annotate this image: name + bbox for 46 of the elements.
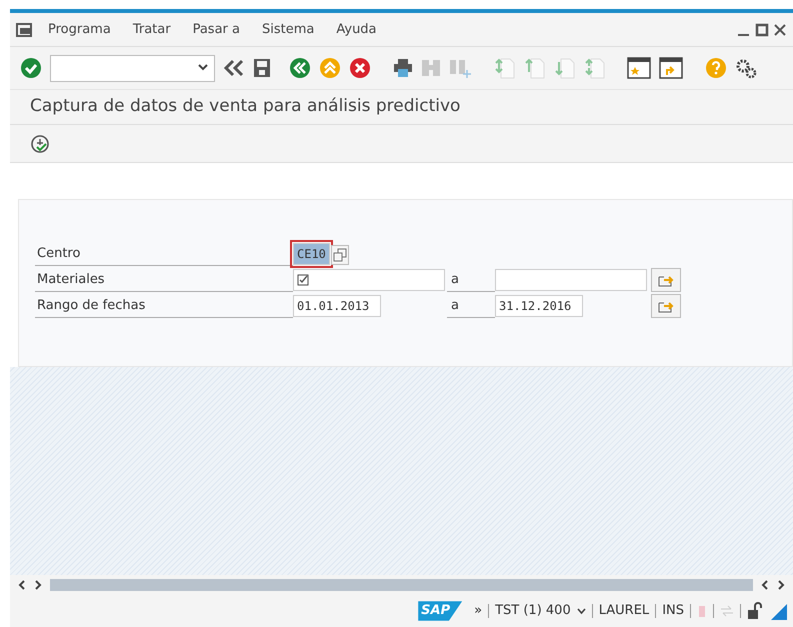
double-chevron-icon[interactable] xyxy=(223,59,245,77)
input-field[interactable] xyxy=(293,269,445,291)
message-icon xyxy=(697,604,707,618)
system-info[interactable]: TST (1) 400 xyxy=(495,601,571,621)
expand-toggle[interactable]: » xyxy=(474,601,482,621)
menu-item[interactable]: Programa xyxy=(48,20,111,40)
scroll-right-icon[interactable] xyxy=(777,580,785,590)
multiple-selection-icon[interactable] xyxy=(330,245,349,265)
input-field[interactable]: 31.12.2016 xyxy=(495,295,583,317)
back-icon[interactable] xyxy=(289,57,311,79)
scroll-right-icon[interactable] xyxy=(34,580,42,590)
dropdown-caret-icon xyxy=(198,64,208,72)
scroll-left-icon[interactable] xyxy=(761,580,769,590)
menu-item[interactable]: Tratar xyxy=(132,20,171,40)
corner-icon xyxy=(769,602,787,620)
input-field[interactable] xyxy=(495,269,647,291)
user-name: LAUREL xyxy=(598,602,650,620)
input-field[interactable]: CE10 xyxy=(293,243,330,265)
menu-item[interactable]: Sistema xyxy=(262,20,314,40)
printer-icon[interactable] xyxy=(393,58,413,78)
command-field[interactable] xyxy=(50,54,215,82)
menu-icon[interactable] xyxy=(16,22,34,36)
multiple-selection-button[interactable] xyxy=(651,294,681,318)
close-icon[interactable] xyxy=(773,22,787,36)
transfer-icon xyxy=(720,605,734,617)
screen-title: Captura de datos de venta para análisis predictivo xyxy=(30,95,460,118)
sap-logo: SAP xyxy=(418,601,462,621)
cancel-icon[interactable] xyxy=(349,57,371,79)
scrollbar[interactable] xyxy=(50,579,753,591)
menu-item[interactable]: Pasar a xyxy=(192,20,240,40)
scroll-left-icon[interactable] xyxy=(18,580,26,590)
menu-item[interactable]: Ayuda xyxy=(336,20,377,40)
dropdown-caret-icon[interactable] xyxy=(576,608,586,614)
new-window-icon[interactable] xyxy=(627,57,651,79)
input-field[interactable]: 01.01.2013 xyxy=(293,295,381,317)
execute-icon[interactable] xyxy=(30,134,50,154)
enter-icon[interactable] xyxy=(20,57,42,79)
input-mode[interactable]: INS xyxy=(662,601,684,621)
maximize-icon[interactable] xyxy=(755,22,769,36)
multiple-selection-button[interactable] xyxy=(651,268,681,292)
shortcut-window-icon[interactable] xyxy=(659,57,683,79)
settings-icon[interactable] xyxy=(735,57,757,79)
padlock-icon[interactable] xyxy=(747,602,763,620)
field-label: Materiales xyxy=(35,270,293,292)
save-icon[interactable] xyxy=(253,58,271,78)
field-label: Rango de fechas xyxy=(35,296,293,318)
